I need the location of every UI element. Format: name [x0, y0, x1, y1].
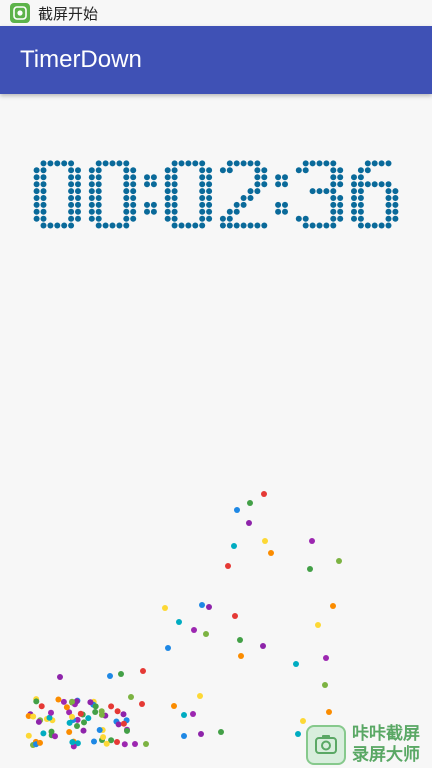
status-bar: 截屏开始: [0, 0, 432, 26]
timer-display: [33, 160, 399, 229]
watermark-line1: 咔咔截屏: [352, 724, 420, 744]
screenshot-icon: [10, 3, 30, 23]
app-title: TimerDown: [20, 46, 142, 73]
watermark: 咔咔截屏 录屏大师: [306, 722, 432, 768]
watermark-camera-icon: [306, 725, 346, 765]
status-title: 截屏开始: [38, 4, 99, 23]
particle-field: [25, 491, 342, 750]
watermark-line2: 录屏大师: [352, 745, 420, 765]
app-bar: TimerDown: [0, 26, 432, 94]
